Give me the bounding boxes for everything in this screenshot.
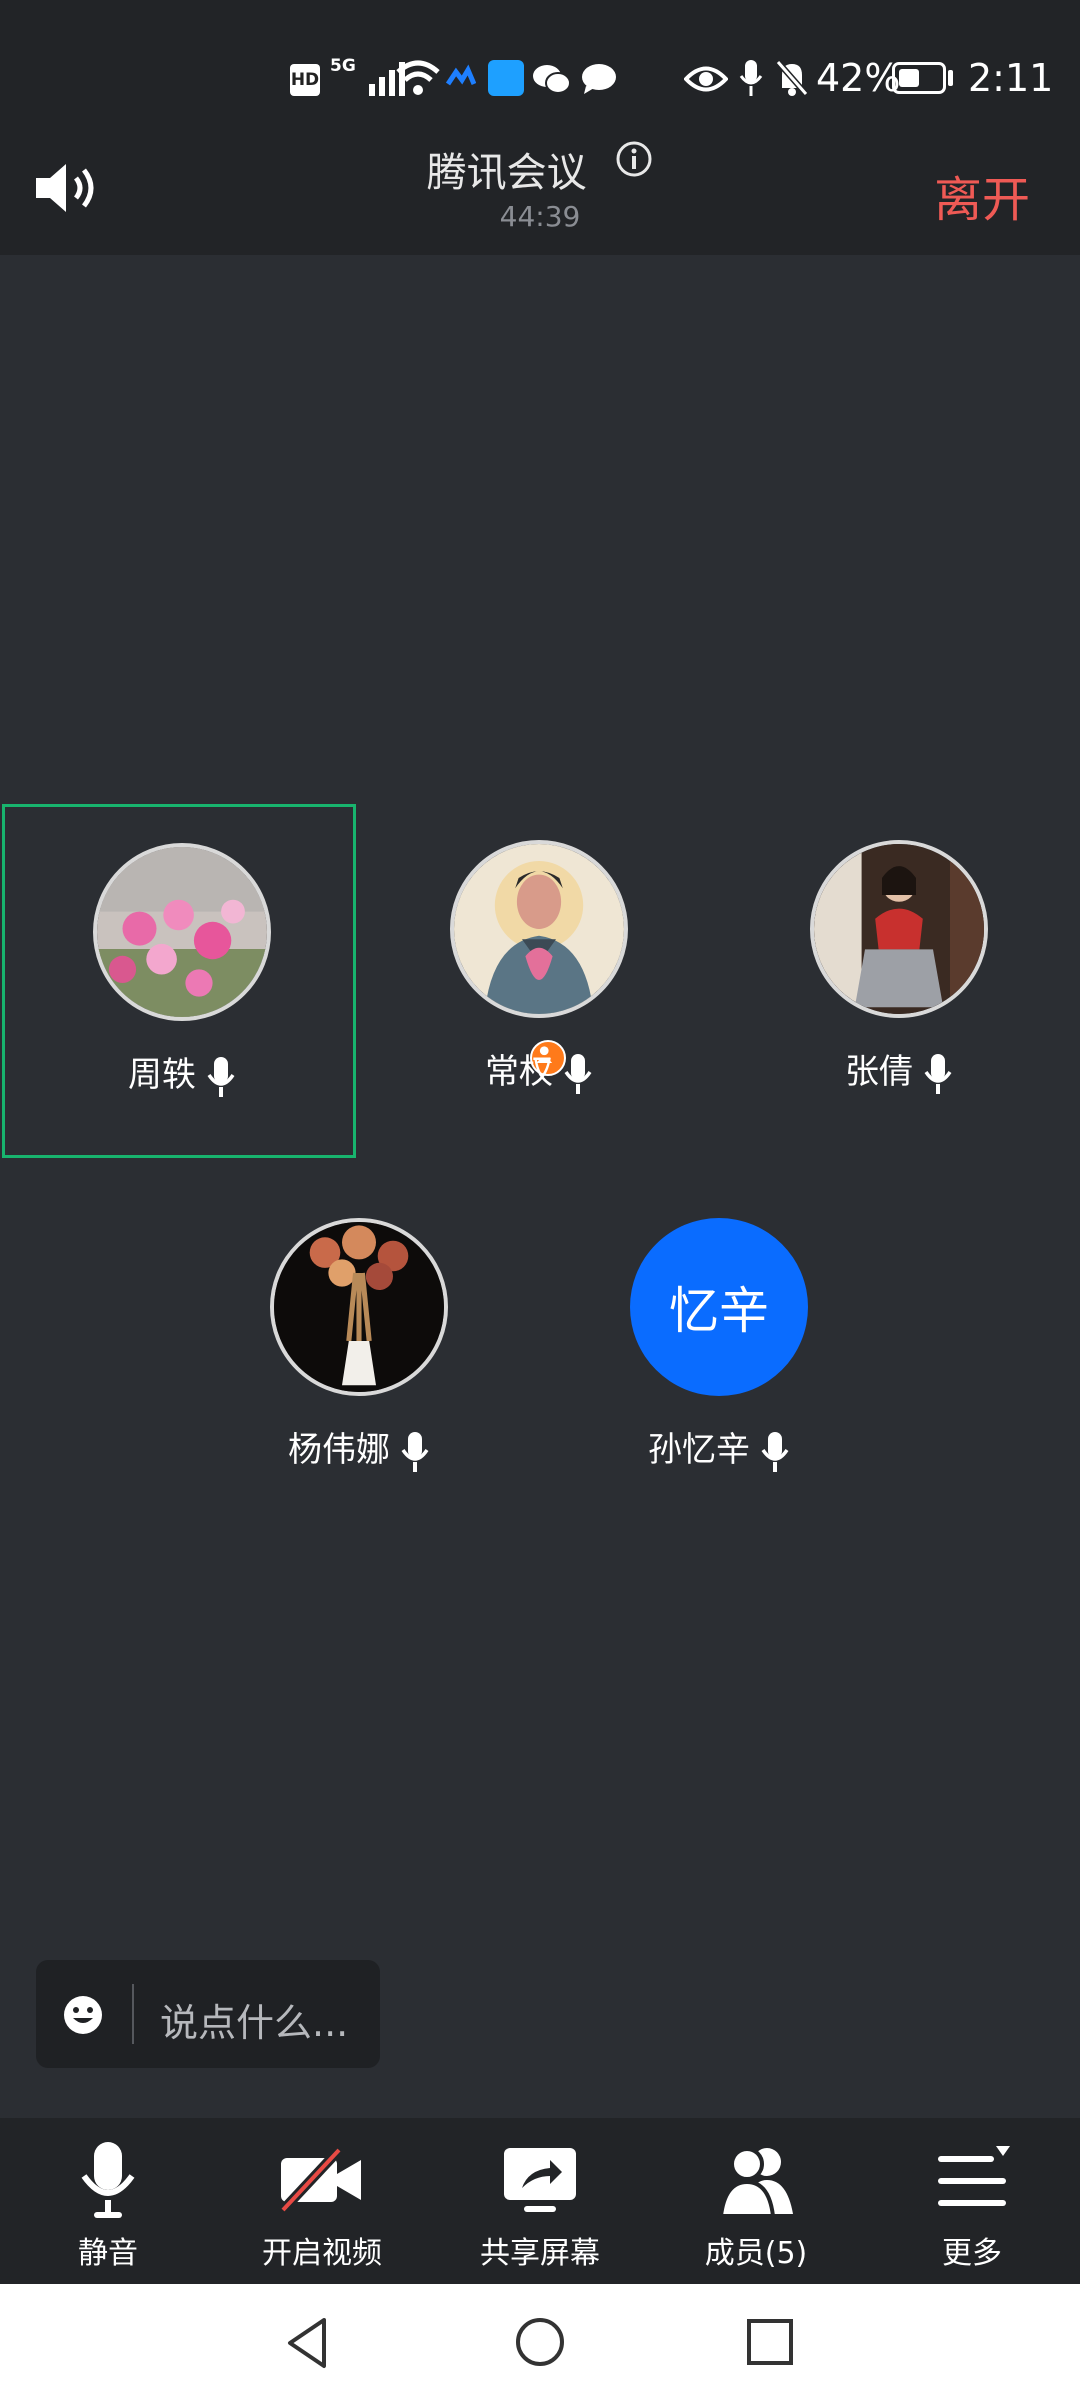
- video-button[interactable]: [232, 2140, 412, 2224]
- mute-button[interactable]: [18, 2140, 198, 2224]
- battery-percent: 42%: [816, 56, 901, 100]
- eye-icon: [684, 66, 728, 92]
- illustrated-portrait: [454, 844, 624, 1014]
- share-screen-label: 共享屏幕: [480, 2236, 600, 2271]
- participant-name: 杨伟娜: [182, 1422, 536, 1474]
- battery-tip: [948, 70, 953, 86]
- participant-avatar: [810, 840, 988, 1018]
- mic-icon: [401, 1431, 429, 1472]
- participant-name-text: 张倩: [845, 1052, 913, 1092]
- clock: 2:11: [968, 56, 1054, 100]
- mute-label: 静音: [78, 2236, 138, 2271]
- more-label: 更多: [942, 2236, 1002, 2271]
- mic-status-icon: [739, 60, 763, 96]
- participant-tile[interactable]: 杨伟娜: [182, 1182, 536, 1536]
- participant-tile-active[interactable]: 周轶: [2, 804, 356, 1158]
- participant-name: 张倩: [722, 1044, 1076, 1096]
- participant-name: 常权: [362, 1044, 716, 1096]
- participant-tile[interactable]: 忆辛 孙忆辛: [542, 1182, 896, 1536]
- app-notification-icon: [446, 64, 476, 86]
- network-type-label: 5G: [330, 56, 356, 76]
- mic-icon: [207, 1056, 235, 1097]
- flowers-photo: [97, 847, 267, 1017]
- members-button[interactable]: [666, 2140, 846, 2224]
- message-icon: [582, 64, 616, 94]
- microphone-icon: [81, 2142, 135, 2218]
- mic-icon: [761, 1431, 789, 1472]
- home-nav-icon[interactable]: [514, 2316, 566, 2368]
- chat-divider: [132, 1984, 134, 2044]
- participant-tile[interactable]: 常权: [362, 804, 716, 1158]
- meeting-duration: 44:39: [499, 200, 581, 233]
- meeting-title[interactable]: 腾讯会议: [0, 140, 1080, 198]
- leave-button[interactable]: 离开: [934, 160, 1030, 230]
- participant-name-text: 周轶: [128, 1055, 196, 1095]
- meeting-title-text: 腾讯会议: [426, 150, 587, 196]
- mic-icon: [924, 1053, 952, 1094]
- search-app-icon: [488, 60, 524, 96]
- members-label: 成员(5): [704, 2236, 808, 2271]
- info-icon[interactable]: [615, 140, 653, 178]
- emoji-icon[interactable]: [62, 1994, 104, 2036]
- participant-avatar: [450, 840, 628, 1018]
- participant-name-text: 杨伟娜: [288, 1430, 390, 1470]
- more-button[interactable]: [882, 2140, 1062, 2224]
- recents-nav-icon[interactable]: [744, 2316, 796, 2368]
- participant-avatar-initials: 忆辛: [630, 1218, 808, 1396]
- participant-name-text: 孙忆辛: [648, 1430, 750, 1470]
- video-off-icon: [279, 2146, 361, 2214]
- back-nav-icon[interactable]: [284, 2316, 334, 2370]
- more-menu-icon: [938, 2146, 1010, 2206]
- seated-woman-photo: [814, 844, 984, 1014]
- wifi-icon: [396, 60, 440, 95]
- share-screen-button[interactable]: [450, 2140, 630, 2224]
- chat-placeholder: 说点什么...: [160, 2001, 349, 2045]
- video-label: 开启视频: [262, 2236, 382, 2271]
- dried-flowers-vase-photo: [274, 1222, 444, 1392]
- hd-badge: HD: [290, 64, 320, 96]
- share-screen-icon: [504, 2148, 576, 2212]
- mic-icon: [564, 1053, 592, 1094]
- participant-name: 孙忆辛: [542, 1422, 896, 1474]
- bell-muted-icon: [775, 60, 809, 96]
- wechat-icon: [533, 65, 571, 94]
- battery-icon: [892, 62, 946, 94]
- participant-name-text: 常权: [485, 1052, 553, 1092]
- participant-tile[interactable]: 张倩: [722, 804, 1076, 1158]
- participant-avatar: [93, 843, 271, 1021]
- participant-avatar: [270, 1218, 448, 1396]
- members-icon: [718, 2147, 793, 2218]
- participant-name: 周轶: [5, 1047, 359, 1099]
